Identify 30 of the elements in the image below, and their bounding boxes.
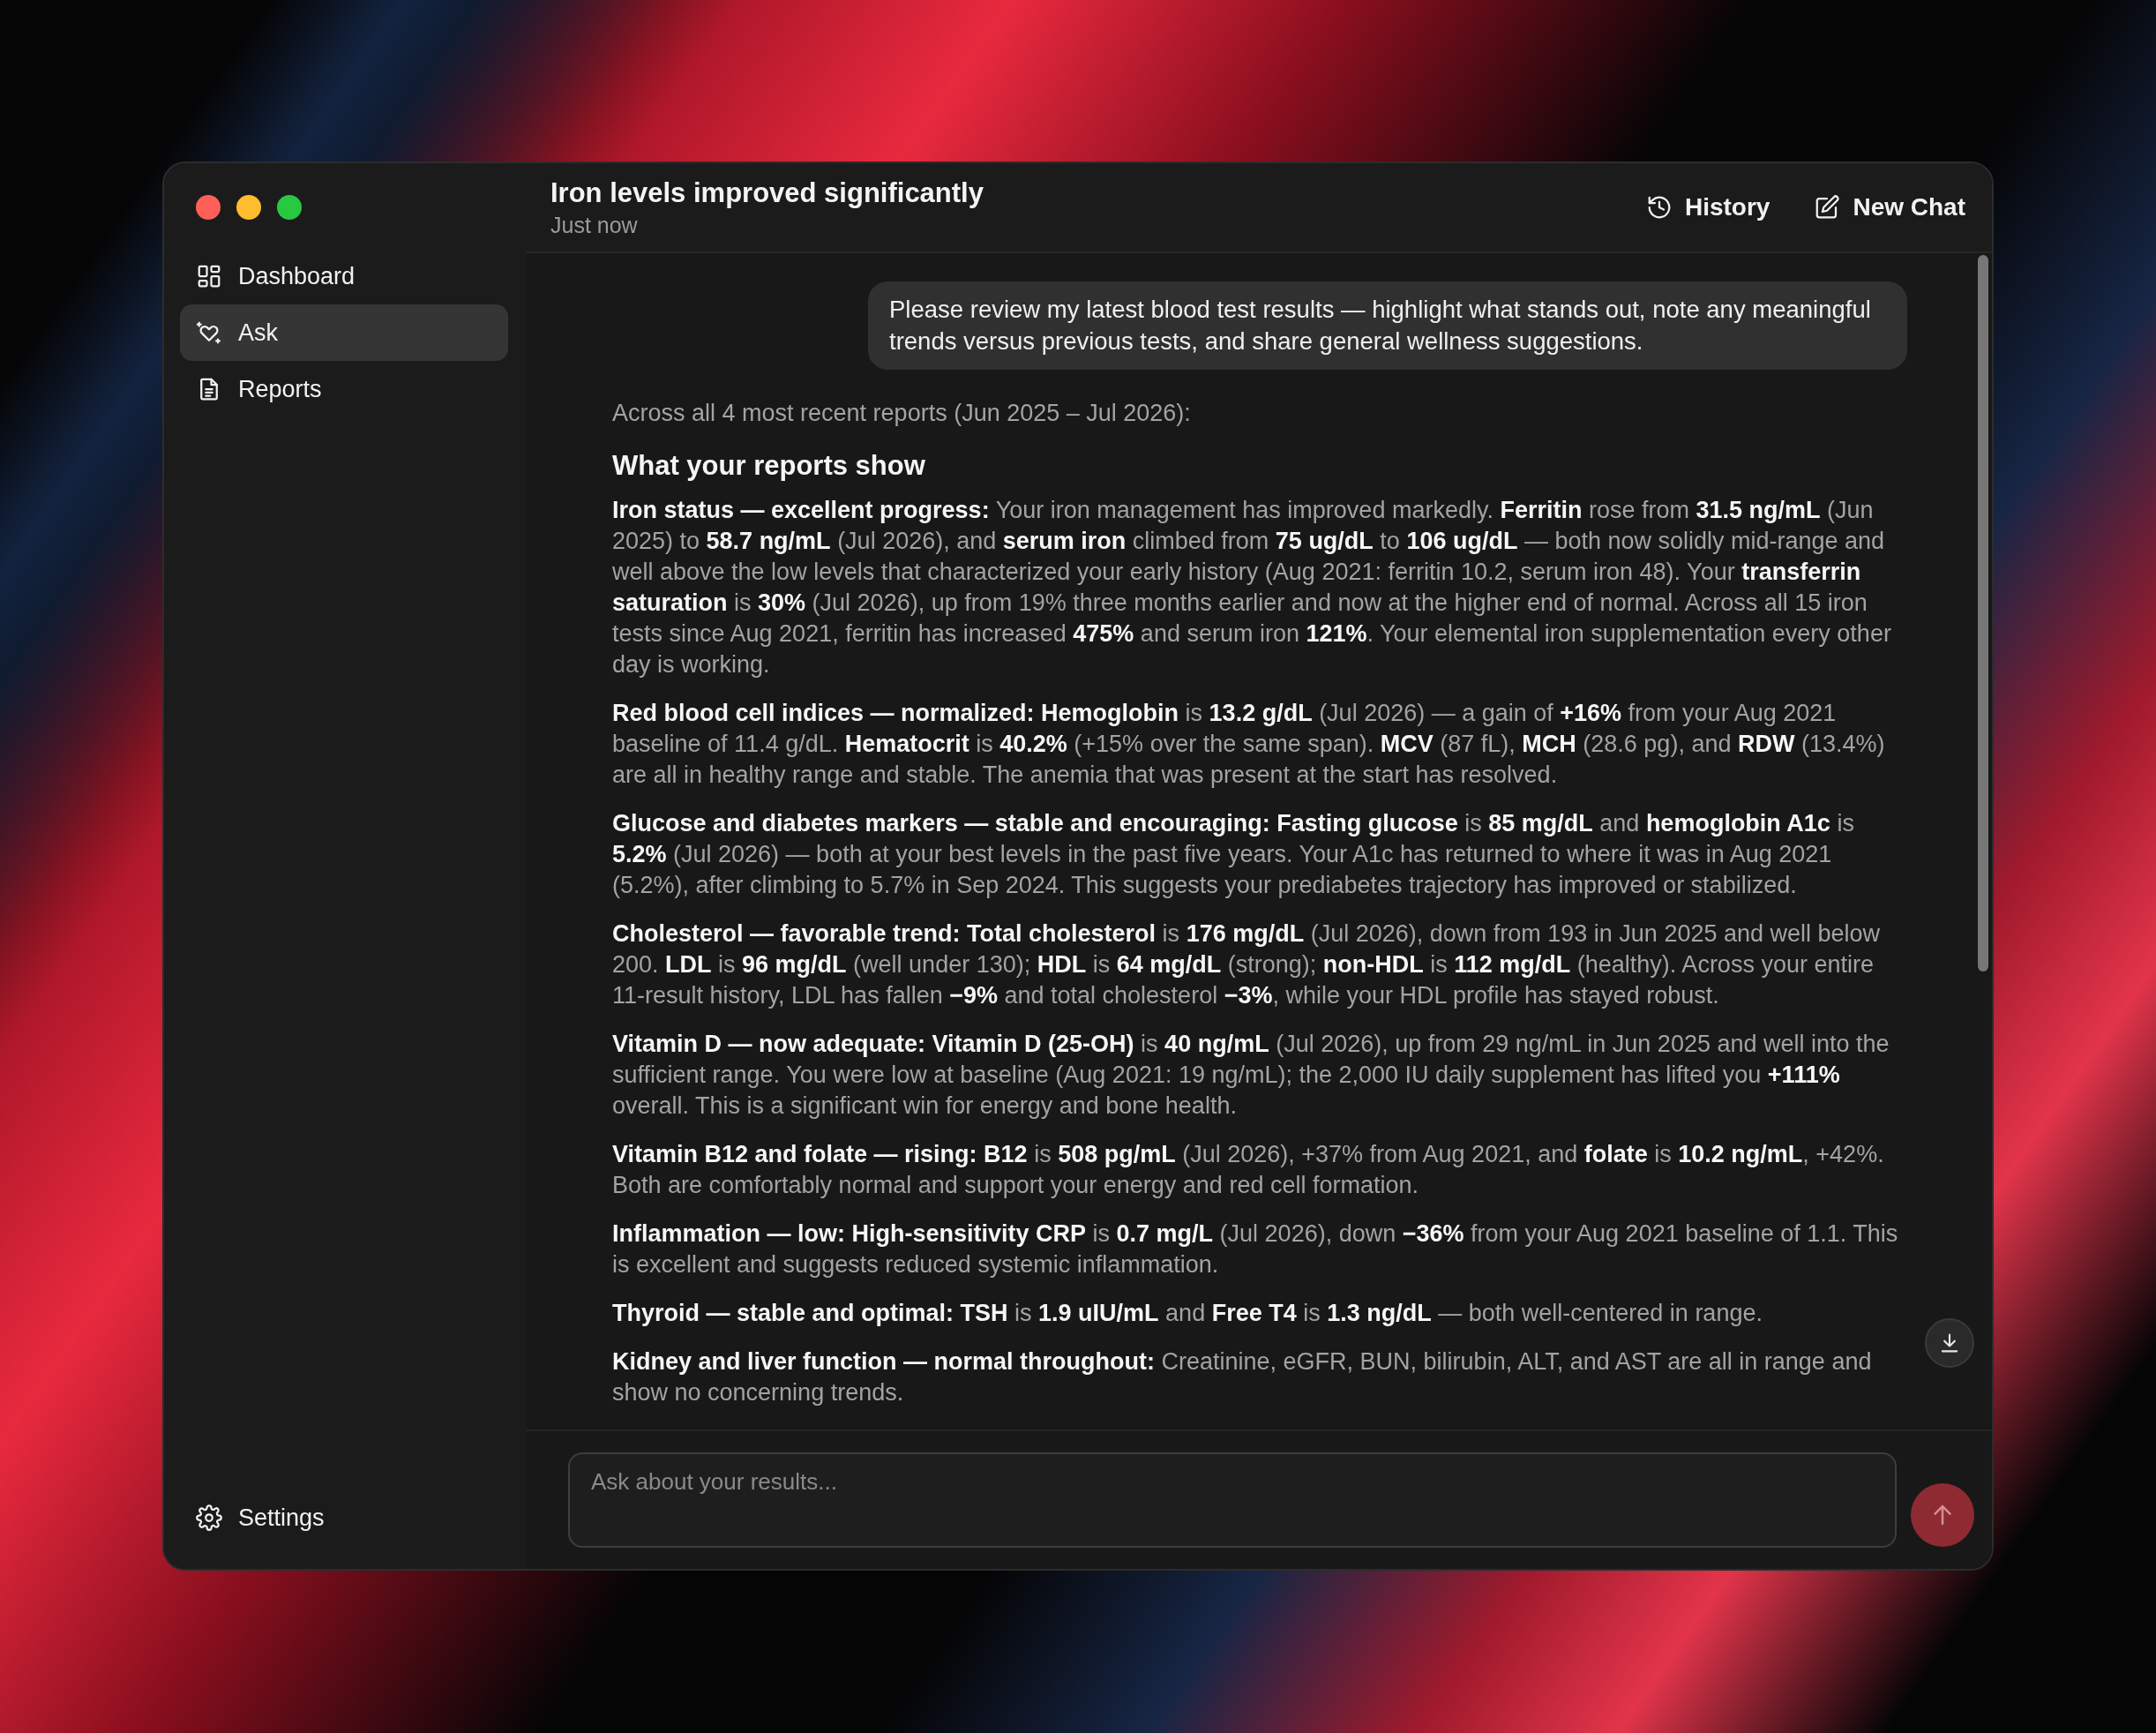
close-window-icon[interactable] xyxy=(196,195,221,220)
scroll-down-button[interactable] xyxy=(1925,1318,1974,1368)
chat-timestamp: Just now xyxy=(550,212,639,238)
answer-intro: Across all 4 most recent reports (Jun 2025 – Jul 2026): xyxy=(612,399,1192,428)
answer-paragraph: Vitamin D — now adequate: Vitamin D (25-OH) is 40 ng/mL (Jul 2026), up from 29 ng/mL in Jun 2025 and well into the sufficient range. You were low at baseline (Aug 2021: 19 ng/mL); the 2,000 IU daily supplement has lifted you +111% overall. This is a significant win for energy and bone health. xyxy=(612,1030,1890,1121)
header-button[interactable]: History xyxy=(1645,193,1770,221)
user-message-bubble: Please review my latest blood test results — highlight what stands out, note any meaningful trends versus previous tests, and share general wellness suggestions. xyxy=(868,281,1907,370)
sidebar-item[interactable]: Reports xyxy=(180,361,508,417)
answer-paragraph: Inflammation — low: High-sensitivity CRP is 0.7 mg/L (Jul 2026), down −36% from your Aug 2021 baseline of 1.1. This is excellent and suggests reduced systemic inflammation. xyxy=(612,1219,1899,1279)
answer-paragraph: Glucose and diabetes markers — stable and encouraging: Fasting glucose is 85 mg/dL and hemoglobin A1c is 5.2% (Jul 2026) — both at your best levels in the past five years. Your A1c has returned to where it was in Aug 2021 (5.2%), after climbing to 5.7% in Sep 2024. This suggests your prediabetes trajectory has improved or stabilized. xyxy=(612,809,1855,900)
chat-title: Iron levels improved significantly xyxy=(550,176,984,209)
answer-heading: What your reports show xyxy=(612,450,926,481)
sidebar-item[interactable]: Dashboard xyxy=(180,248,508,304)
answer-paragraph: Thyroid — stable and optimal: TSH is 1.9 uIU/mL and Free T4 is 1.3 ng/dL — both well-centered in range. xyxy=(612,1299,1763,1328)
answer-paragraph: Vitamin B12 and folate — rising: B12 is 508 pg/mL (Jul 2026), +37% from Aug 2021, and folate is 10.2 ng/mL, +42%. Both are comfortably normal and support your energy and red cell formation. xyxy=(612,1140,1885,1200)
message-input-field[interactable]: Ask about your results... xyxy=(568,1452,1897,1548)
settings-icon xyxy=(196,1504,222,1531)
header-button[interactable]: New Chat xyxy=(1814,193,1965,221)
answer-paragraph: Kidney and liver function — normal throughout: Creatinine, eGFR, BUN, bilirubin, ALT, and AST are all in range and show no concerning trends. xyxy=(612,1347,1873,1407)
zoom-window-icon[interactable] xyxy=(277,195,302,220)
sidebar-item[interactable]: Ask xyxy=(180,304,508,361)
answer-paragraph: Red blood cell indices — normalized: Hemoglobin is 13.2 g/dL (Jul 2026) — a gain of +16% from your Aug 2021 baseline of 11.4 g/dL. Hematocrit is 40.2% (+15% over the same span). MCV (87 fL), MCH (28.6 pg), and RDW (13.4%) are all in healthy range and stable. The anemia that was present at the start has resolved. xyxy=(612,699,1886,790)
answer-paragraph: Cholesterol — favorable trend: Total cholesterol is 176 mg/dL (Jul 2026), down from 193 in Jun 2025 and well below 200. LDL is 96 mg/dL (well under 130); HDL is 64 mg/dL (strong); non-HDL is 112 mg/dL (healthy). Across your entire 11-result history, LDL has fallen −9% and total cholesterol −3%, while your HDL profile has stayed robust. xyxy=(612,919,1882,1010)
scrollbar-thumb[interactable] xyxy=(1978,255,1988,972)
minimize-window-icon[interactable] xyxy=(236,195,261,220)
settings-item[interactable]: Settings xyxy=(180,1489,508,1546)
heart-sparkle-icon xyxy=(196,319,222,346)
compose-icon xyxy=(1814,194,1841,221)
answer-paragraph: Iron status — excellent progress: Your iron management has improved markedly. Ferritin rose from 31.5 ng/mL (Jun 2025) to 58.7 ng/mL (Jul 2026), and serum iron climbed from 75 ug/dL to 106 ug/dL — both now solidly mid-range and well above the low levels that characterized your early history (Aug 2021: ferritin 10.2, serum iron 48). Your transferrin saturation is 30% (Jul 2026), up from 19% three months earlier and now at the higher end of normal. Across all 15 iron tests since Aug 2021, ferritin has increased 475% and serum iron 121%. Your elemental iron supplementation every other day is working. xyxy=(612,496,1892,679)
grid-icon xyxy=(196,263,222,289)
